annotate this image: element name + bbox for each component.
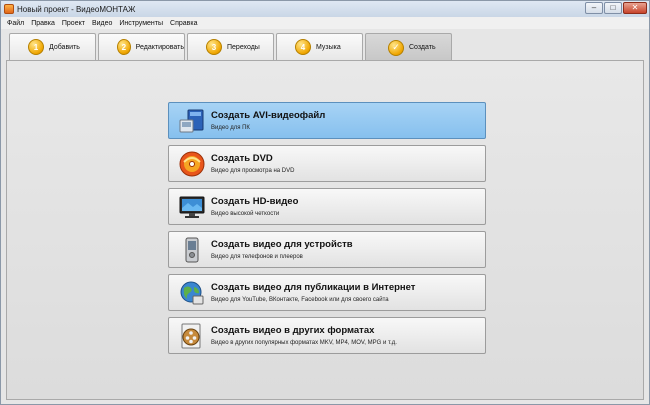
step-4-icon: 4 xyxy=(295,39,311,55)
tab-bar: 1 Добавить 2 Редактировать 3 Переходы 4 … xyxy=(1,29,649,61)
step-1-icon: 1 xyxy=(28,39,44,55)
step-2-icon: 2 xyxy=(117,39,131,55)
menu-help[interactable]: Справка xyxy=(170,20,197,27)
menu-bar: Файл Правка Проект Видео Инструменты Спр… xyxy=(1,17,649,29)
option-subtitle: Видео для YouTube, ВКонтакте, Facebook и… xyxy=(211,296,389,303)
monitor-icon xyxy=(179,196,205,218)
tab-transitions[interactable]: 3 Переходы xyxy=(187,33,274,60)
option-subtitle: Видео в других популярных форматах MKV, … xyxy=(211,339,397,346)
avi-file-icon xyxy=(179,109,204,132)
film-reel-icon xyxy=(181,323,201,348)
close-button[interactable]: ✕ xyxy=(623,2,647,14)
app-logo-icon xyxy=(4,4,14,14)
tab-edit[interactable]: 2 Редактировать xyxy=(98,33,185,60)
menu-video[interactable]: Видео xyxy=(92,20,112,27)
tab-label: Создать xyxy=(409,44,436,51)
option-title: Создать видео в других форматах xyxy=(211,324,375,336)
menu-project[interactable]: Проект xyxy=(62,20,85,27)
create-internet-button[interactable]: Создать видео для публикации в Интернет … xyxy=(168,274,486,311)
option-subtitle: Видео высокой четкости xyxy=(211,210,280,217)
tab-label: Музыка xyxy=(316,43,341,51)
create-dvd-button[interactable]: Создать DVD Видео для просмотра на DVD xyxy=(168,145,486,182)
menu-tools[interactable]: Инструменты xyxy=(119,20,163,27)
create-hd-button[interactable]: Создать HD-видео Видео высокой четкости xyxy=(168,188,486,225)
create-other-formats-button[interactable]: Создать видео в других форматах Видео в … xyxy=(168,317,486,354)
option-title: Создать HD-видео xyxy=(211,195,299,207)
tab-label: Добавить xyxy=(49,43,80,51)
globe-icon xyxy=(180,281,204,304)
app-window: Новый проект - ВидеоМОНТАЖ – □ ✕ Файл Пр… xyxy=(0,0,650,405)
tab-create[interactable]: ✓ Создать xyxy=(365,33,452,61)
option-title: Создать видео для устройств xyxy=(211,238,353,250)
phone-icon xyxy=(185,237,199,262)
tab-label: Переходы xyxy=(227,43,260,51)
step-3-icon: 3 xyxy=(206,39,222,55)
option-title: Создать DVD xyxy=(211,152,273,164)
tab-label: Редактировать xyxy=(135,43,184,51)
option-title: Создать видео для публикации в Интернет xyxy=(211,281,416,293)
option-subtitle: Видео для ПК xyxy=(211,124,250,131)
dvd-disc-icon xyxy=(179,151,205,176)
checkmark-icon: ✓ xyxy=(388,39,404,56)
create-devices-button[interactable]: Создать видео для устройств Видео для те… xyxy=(168,231,486,268)
minimize-button[interactable]: – xyxy=(585,2,603,14)
title-bar: Новый проект - ВидеоМОНТАЖ – □ ✕ xyxy=(1,1,649,17)
maximize-button[interactable]: □ xyxy=(604,2,622,14)
option-subtitle: Видео для телефонов и плееров xyxy=(211,253,303,260)
option-subtitle: Видео для просмотра на DVD xyxy=(211,167,295,174)
menu-edit[interactable]: Правка xyxy=(31,20,55,27)
create-avi-button[interactable]: Создать AVI-видеофайл Видео для ПК xyxy=(168,102,486,139)
option-title: Создать AVI-видеофайл xyxy=(211,109,326,121)
tab-add[interactable]: 1 Добавить xyxy=(9,33,96,60)
tab-music[interactable]: 4 Музыка xyxy=(276,33,363,60)
menu-file[interactable]: Файл xyxy=(7,20,24,27)
create-panel: Создать AVI-видеофайл Видео для ПК Созда… xyxy=(6,60,644,400)
window-title: Новый проект - ВидеоМОНТАЖ xyxy=(17,4,136,14)
